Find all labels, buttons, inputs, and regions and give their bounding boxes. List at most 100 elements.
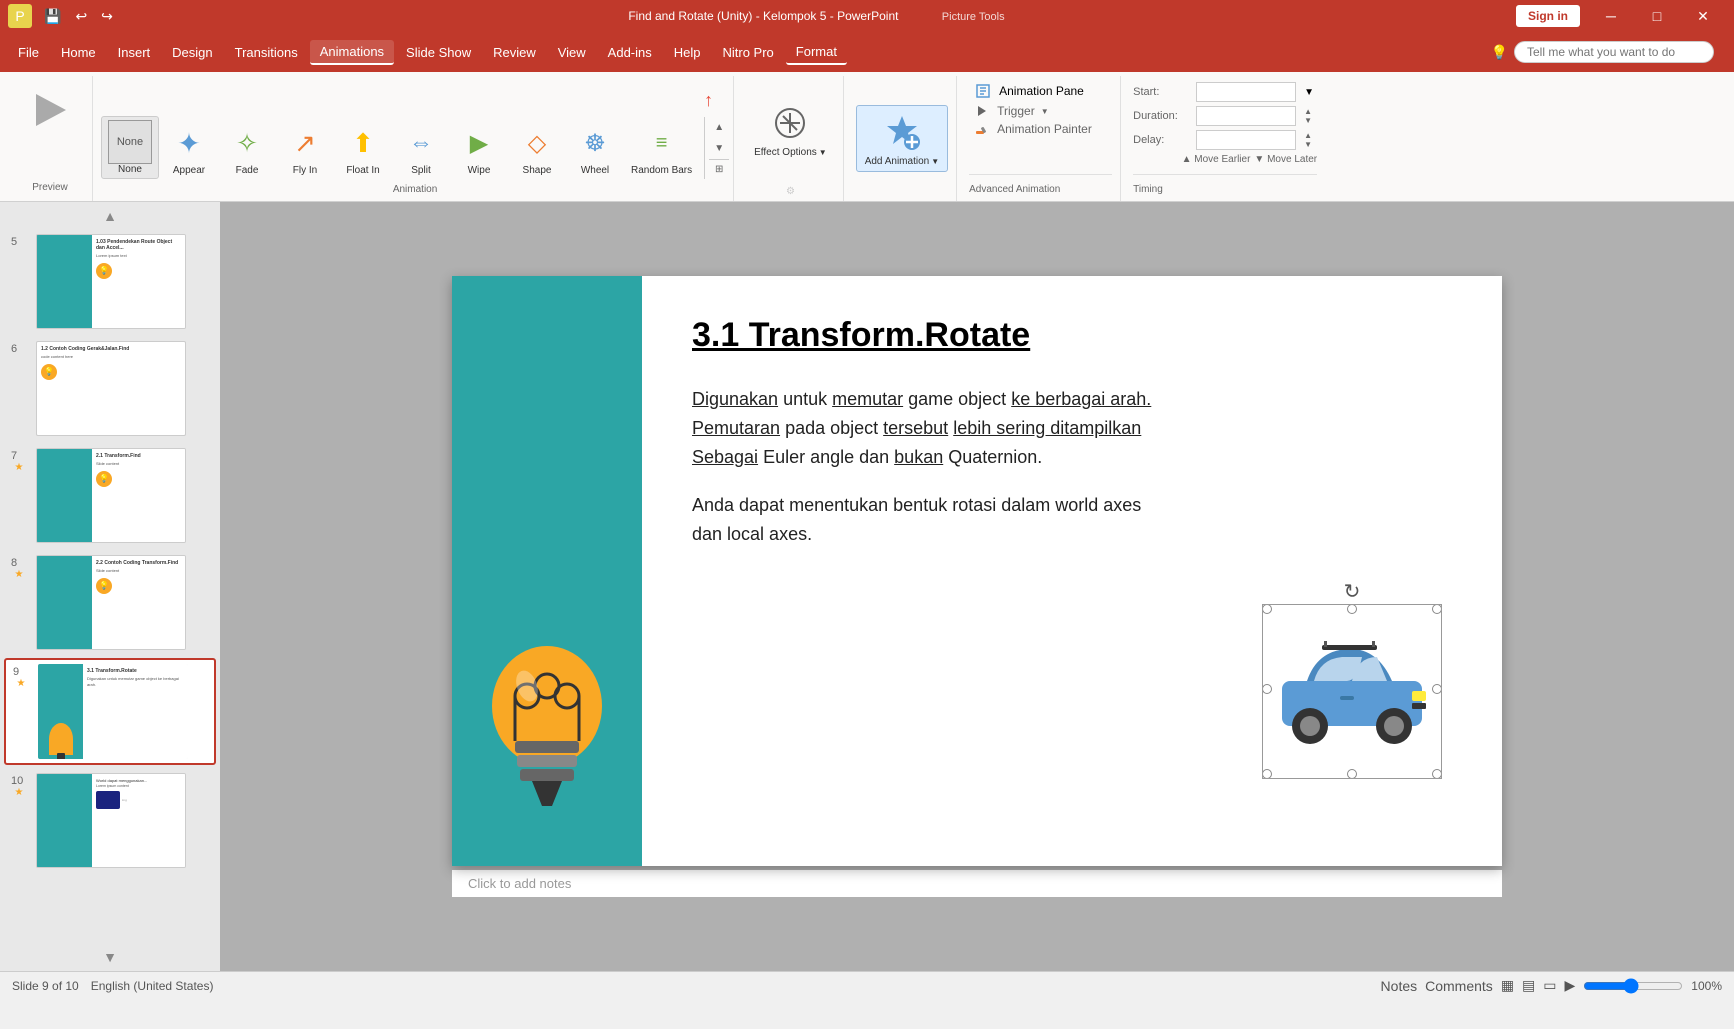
anim-wipe[interactable]: ▶ Wipe [451,118,507,179]
duration-up[interactable]: ▲ [1304,107,1312,116]
undo-button[interactable]: ↩ [71,8,91,25]
slide-7[interactable]: 7 ★ 2.1 Transform.Find Slide content 💡 [4,444,216,547]
trigger-btn[interactable]: Trigger ▼ [969,102,1112,120]
picture-tools-label: Picture Tools [942,11,1005,23]
preview-icon [20,80,80,140]
anim-split[interactable]: ⇔ Split [393,118,449,179]
scroll-up-arrow[interactable]: ▲ [709,117,729,137]
view-reading-btn[interactable]: ▭ [1543,977,1556,994]
delay-down[interactable]: ▼ [1304,140,1312,149]
zoom-slider[interactable] [1583,978,1683,994]
anim-floatin[interactable]: ⬆ Float In [335,118,391,179]
slide-5-img: 1.03 Pendendekan Route Object dan Accel.… [36,234,186,329]
menu-format[interactable]: Format [786,40,847,65]
minimize-button[interactable]: ─ [1588,0,1634,32]
duration-down[interactable]: ▼ [1304,116,1312,125]
slide-panel: ▲ 5 1.03 Pendendekan Route Object dan Ac… [0,202,220,971]
anim-shape[interactable]: ◇ Shape [509,118,565,179]
menu-help[interactable]: Help [664,41,711,64]
maximize-button[interactable]: □ [1634,0,1680,32]
delay-label: Delay: [1133,134,1188,146]
sign-in-button[interactable]: Sign in [1516,5,1580,27]
menu-animations[interactable]: Animations [310,40,394,65]
redo-button[interactable]: ↪ [97,8,117,25]
animation-effects-group: None None ✦ Appear ✧ Fade ↗ [97,76,734,201]
effect-options-btn[interactable]: Effect Options ▼ [746,97,835,162]
menu-view[interactable]: View [548,41,596,64]
slide-5[interactable]: 5 1.03 Pendendekan Route Object dan Acce… [4,230,216,333]
menu-bar: File Home Insert Design Transitions Anim… [0,32,1734,72]
start-input[interactable] [1196,82,1296,102]
slide-info: Slide 9 of 10 [12,979,79,993]
animations-row: None None ✦ Appear ✧ Fade ↗ [101,80,729,179]
slide-canvas: 3.1 Transform.Rotate Digunakan untuk mem… [452,276,1502,866]
slide-panel-scroll-up[interactable]: ▲ [4,206,216,226]
slide-8[interactable]: 8 ★ 2.2 Contoh Coding Transform.Find Sli… [4,551,216,654]
menu-file[interactable]: File [8,41,49,64]
menu-insert[interactable]: Insert [108,41,161,64]
window-title: Find and Rotate (Unity) - Kelompok 5 - P… [117,9,1516,23]
menu-home[interactable]: Home [51,41,106,64]
effect-options-area: Effect Options ▼ [746,80,835,178]
start-label: Start: [1133,86,1188,98]
advanced-animation-group: Animation Pane Trigger ▼ Animation Paint… [961,76,1121,201]
comments-toggle[interactable]: Comments [1425,978,1493,994]
menu-nitropro[interactable]: Nitro Pro [713,41,784,64]
scroll-down-arrow[interactable]: ▼ [709,138,729,158]
delay-up[interactable]: ▲ [1304,131,1312,140]
slide-10[interactable]: 10 ★ World dapat menggunakan... Lorem ip… [4,769,216,872]
menu-review[interactable]: Review [483,41,546,64]
slide-10-img: World dapat menggunakan... Lorem ipsum c… [36,773,186,868]
delay-input[interactable] [1196,130,1296,150]
add-animation-area: Add Animation ▼ [856,80,948,197]
animation-label: Animation [393,184,437,199]
slide-6[interactable]: 6 1.2 Contoh Coding Gerak&Jalan.Find cod… [4,337,216,440]
anim-shape-label: Shape [523,165,552,176]
add-animation-group: Add Animation ▼ [848,76,957,201]
animation-painter-btn[interactable]: Animation Painter [969,120,1112,138]
view-slideshow-btn[interactable]: ▶ [1565,977,1576,994]
anim-appear[interactable]: ✦ Appear [161,118,217,179]
anim-none-label: None [118,164,142,175]
anim-wheel[interactable]: ☸ Wheel [567,118,623,179]
advanced-animation-label: Advanced Animation [969,184,1060,195]
notes-toggle[interactable]: Notes [1381,978,1418,994]
save-button[interactable]: 💾 [40,8,65,25]
duration-input[interactable] [1196,106,1296,126]
reorder-btns: ▲ Move Earlier ▼ Move Later [1133,154,1317,165]
animation-pane-btn[interactable]: Animation Pane [969,80,1112,102]
menu-design[interactable]: Design [162,41,222,64]
expand-arrow[interactable]: ⊞ [709,159,729,179]
close-button[interactable]: ✕ [1680,0,1726,32]
status-right: Notes Comments ▦ ▤ ▭ ▶ 100% [1381,977,1722,994]
timing-delay-row: Delay: ▲ ▼ [1133,128,1317,152]
slide-7-star: ★ [15,462,24,473]
tell-me-input[interactable] [1514,41,1714,63]
menu-addins[interactable]: Add-ins [598,41,662,64]
start-arrow[interactable]: ▼ [1304,87,1314,98]
slide-panel-scroll-down[interactable]: ▼ [4,947,216,967]
animation-scroll-control: ▲ ▼ ⊞ [704,117,729,179]
slide-10-star: ★ [15,787,24,798]
anim-none[interactable]: None None [101,116,159,179]
animation-painter-label: Animation Painter [997,122,1092,136]
view-outline-btn[interactable]: ▤ [1522,977,1535,994]
add-animation-btn[interactable]: Add Animation ▼ [856,105,948,172]
rotate-handle[interactable]: ↻ [1344,579,1361,604]
slide-title: 3.1 Transform.Rotate [692,316,1452,355]
reorder-down-btn[interactable]: ▼ Move Later [1254,154,1317,165]
notes-placeholder[interactable]: Click to add notes [452,870,1502,897]
duration-label: Duration: [1133,110,1188,122]
menu-slideshow[interactable]: Slide Show [396,41,481,64]
slide-9[interactable]: 9 ★ 3.1 Transform.Rotate Digunakan untuk… [4,658,216,765]
reorder-up-btn[interactable]: ▲ Move Earlier [1182,154,1251,165]
title-bar: P 💾 ↩ ↪ Find and Rotate (Unity) - Kelomp… [0,0,1734,32]
effect-options-group-settings: ⚙ [786,186,795,197]
title-bar-left: P 💾 ↩ ↪ [8,4,117,28]
slide-left-panel [452,276,642,866]
menu-transitions[interactable]: Transitions [225,41,308,64]
anim-randombars[interactable]: ≡ Random Bars [625,118,698,179]
view-normal-btn[interactable]: ▦ [1501,977,1514,994]
anim-fade[interactable]: ✧ Fade [219,118,275,179]
anim-flyin[interactable]: ↗ Fly In [277,118,333,179]
